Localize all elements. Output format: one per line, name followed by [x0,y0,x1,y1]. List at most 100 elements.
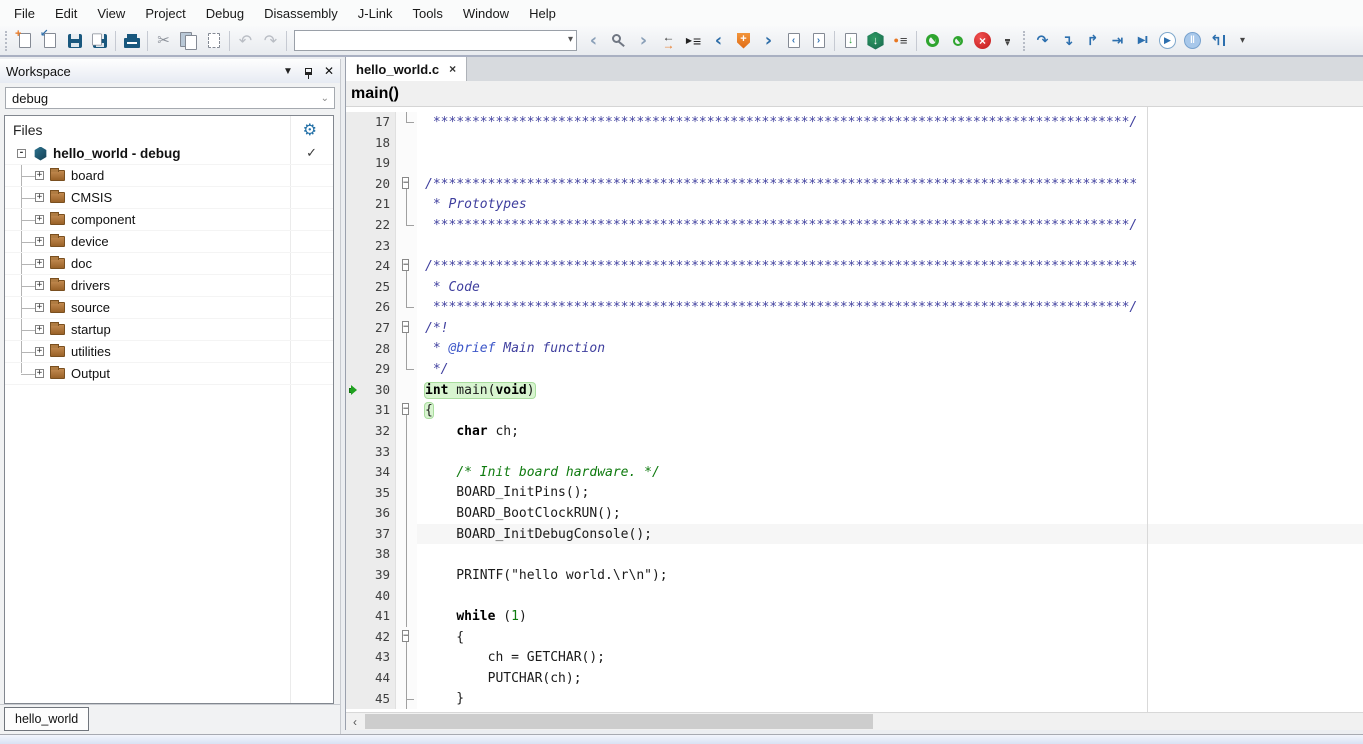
download-button[interactable]: ↓ [838,28,863,53]
editor-tab-hello-world-c[interactable]: hello_world.c × [346,57,467,81]
tree-item-source[interactable]: +source [5,297,333,319]
save-button[interactable] [62,28,87,53]
line-number[interactable]: 35 [362,483,396,504]
expand-icon[interactable]: + [35,281,44,290]
menu-j-link[interactable]: J-Link [348,2,403,25]
line-number[interactable]: 19 [362,153,396,174]
expand-icon[interactable]: + [35,303,44,312]
nav-forward-button[interactable]: › [631,28,656,53]
breakpoint-margin[interactable] [346,606,362,627]
breakpoint-margin[interactable] [346,297,362,318]
current-pc-arrow-icon[interactable] [346,380,362,401]
next-statement-button[interactable]: ⇥ [1105,28,1130,53]
line-number[interactable]: 27 [362,318,396,339]
download-and-debug-button[interactable]: ↓ [863,28,888,53]
tree-item-drivers[interactable]: +drivers [5,275,333,297]
expand-icon[interactable]: + [35,215,44,224]
line-number[interactable]: 44 [362,668,396,689]
breakpoint-margin[interactable] [346,627,362,648]
tree-item-startup[interactable]: +startup [5,319,333,341]
line-number[interactable]: 23 [362,236,396,257]
copy-button[interactable] [176,28,201,53]
breakpoint-margin[interactable] [346,339,362,360]
tree-item-output[interactable]: +Output [5,363,333,385]
collapse-icon[interactable]: - [17,149,26,158]
breakpoint-margin[interactable] [346,689,362,710]
menu-help[interactable]: Help [519,2,566,25]
menu-disassembly[interactable]: Disassembly [254,2,348,25]
line-number[interactable]: 41 [362,606,396,627]
expand-icon[interactable]: + [35,193,44,202]
step-out-button[interactable]: ↱ [1080,28,1105,53]
line-number[interactable]: 18 [362,133,396,154]
attach-to-running-button[interactable]: ●≡ [888,28,913,53]
breakpoint-margin[interactable] [346,318,362,339]
tree-item-device[interactable]: +device [5,231,333,253]
line-number[interactable]: 24 [362,256,396,277]
menu-view[interactable]: View [87,2,135,25]
line-number[interactable]: 33 [362,442,396,463]
line-number[interactable]: 25 [362,277,396,298]
breakpoint-margin[interactable] [346,503,362,524]
breakpoint-margin[interactable] [346,112,362,133]
breakpoint-margin[interactable] [346,277,362,298]
breakpoint-margin[interactable] [346,215,362,236]
breakpoint-margin[interactable] [346,442,362,463]
line-number[interactable]: 26 [362,297,396,318]
line-number[interactable]: 32 [362,421,396,442]
line-number[interactable]: 29 [362,359,396,380]
breakpoint-margin[interactable] [346,359,362,380]
quick-search-combo[interactable]: ▾ [294,30,577,51]
menu-edit[interactable]: Edit [45,2,87,25]
function-selector-bar[interactable]: main() [346,81,1363,107]
breakpoint-margin[interactable] [346,400,362,421]
line-number[interactable]: 37 [362,524,396,545]
breakpoint-margin[interactable] [346,668,362,689]
scrollbar-thumb[interactable] [365,714,873,729]
prev-page-button[interactable]: ‹ [781,28,806,53]
line-number[interactable]: 36 [362,503,396,524]
expand-icon[interactable]: + [35,171,44,180]
step-into-button[interactable]: ↴ [1055,28,1080,53]
prev-bookmark-button[interactable]: ‹ [706,28,731,53]
tree-item-project[interactable]: -hello_world - debug✓ [5,143,333,165]
toolbar-overflow-button[interactable]: ▾ [995,28,1020,53]
compare-files-button[interactable]: ←→ [656,28,681,53]
menu-window[interactable]: Window [453,2,519,25]
configuration-selector[interactable]: debug ⌄ [5,87,335,109]
paste-button[interactable] [201,28,226,53]
menu-file[interactable]: File [4,2,45,25]
line-number[interactable]: 20 [362,174,396,195]
breakpoint-margin[interactable] [346,544,362,565]
breakpoint-margin[interactable] [346,421,362,442]
workspace-pin-icon[interactable] [305,68,312,75]
fold-collapse-icon[interactable]: − [396,400,417,421]
line-number[interactable]: 34 [362,462,396,483]
fold-collapse-icon[interactable]: − [396,256,417,277]
breakpoint-margin[interactable] [346,256,362,277]
chevron-down-icon[interactable]: ▾ [568,34,573,45]
expand-icon[interactable]: + [35,347,44,356]
breakpoint-margin[interactable] [346,194,362,215]
line-number[interactable]: 22 [362,215,396,236]
fold-collapse-icon[interactable]: − [396,174,417,195]
stop-debugging-button[interactable]: ↰ [1205,28,1230,53]
go-button[interactable]: ▶ [1155,28,1180,53]
line-number[interactable]: 45 [362,689,396,710]
toggle-breakpoint-button[interactable]: + [731,28,756,53]
cut-button[interactable]: ✂ [151,28,176,53]
line-number[interactable]: 39 [362,565,396,586]
breakpoint-margin[interactable] [346,462,362,483]
line-number[interactable]: 17 [362,112,396,133]
breakpoint-margin[interactable] [346,483,362,504]
line-number[interactable]: 43 [362,647,396,668]
line-number[interactable]: 31 [362,400,396,421]
workspace-menu-icon[interactable]: ▼ [283,66,293,77]
new-file-button[interactable]: + [12,28,37,53]
line-number[interactable]: 40 [362,586,396,607]
expand-icon[interactable]: + [35,237,44,246]
scroll-left-arrow-icon[interactable]: ‹ [346,713,364,730]
pause-button[interactable]: ‖ [1180,28,1205,53]
print-button[interactable] [119,28,144,53]
breakpoint-margin[interactable] [346,647,362,668]
